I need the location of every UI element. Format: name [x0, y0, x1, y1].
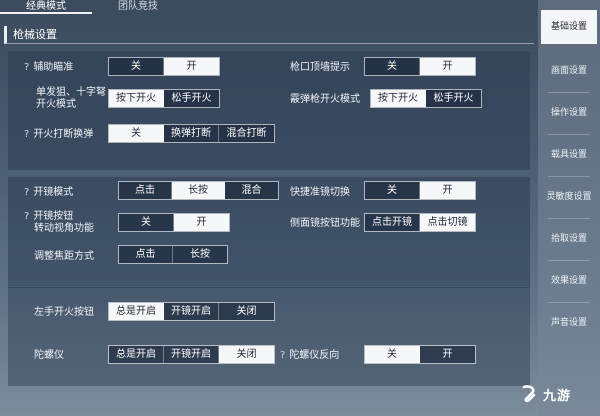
quick-scope-switch-label: 快捷准镜切换 [290, 187, 350, 198]
sidebar-divider [548, 134, 590, 135]
panel-left-fire-gyro: 左手开火按钮 总是开启 开镜开启 关闭 陀螺仪 总是开启 开镜开启 关闭 ? 陀螺… [8, 286, 530, 386]
single-fire-press[interactable]: 按下开火 [109, 90, 164, 107]
fire-interrupt-mixed[interactable]: 混合打断 [219, 125, 274, 142]
quick-scope-off[interactable]: 关 [365, 182, 420, 199]
single-fire-release[interactable]: 松手开火 [164, 90, 219, 107]
jiuyou-logo-icon [522, 385, 536, 403]
aim-assist-toggle: 关 开 [108, 57, 220, 76]
panel-scope: ? 开镜模式 点击 长按 混合 快捷准镜切换 关 开 ? 开镜按钮 转动视角功能 关… [8, 176, 530, 288]
watermark-text: 九游 [543, 388, 572, 404]
settings-sidebar: 基础设置 画面设置 操作设置 载具设置 灵敏度设置 拾取设置 效果设置 声音设置 [538, 0, 600, 416]
tab-team-deathmatch[interactable]: 团队竞技 [92, 0, 184, 14]
panel-basic-fire: ? 辅助瞄准 关 开 枪口顶墙提示 关 开 单发狙、十字弩 开火模式 按下开火 松… [8, 50, 530, 170]
sidebar-item-pickup[interactable]: 拾取设置 [538, 222, 600, 256]
gyro-scope[interactable]: 开镜开启 [164, 346, 219, 363]
aim-assist-off[interactable]: 关 [109, 58, 164, 75]
shotgun-fire-mode-toggle: 按下开火 松手开火 [370, 89, 482, 108]
quick-scope-on[interactable]: 开 [420, 182, 475, 199]
muzzle-wall-toggle: 关 开 [364, 57, 476, 76]
tab-classic-mode[interactable]: 经典模式 [0, 0, 92, 14]
help-icon[interactable]: ? [24, 211, 29, 222]
gyroscope-toggle: 总是开启 开镜开启 关闭 [108, 345, 275, 364]
scope-rotate-on[interactable]: 开 [174, 214, 229, 231]
scope-mode-hold[interactable]: 长按 [172, 182, 225, 199]
gyro-reverse-on[interactable]: 开 [420, 346, 475, 363]
scope-mode-label: ? 开镜模式 [24, 187, 74, 198]
muzzle-wall-label: 枪口顶墙提示 [290, 62, 350, 73]
help-icon[interactable]: ? [280, 350, 285, 361]
single-fire-mode-toggle: 按下开火 松手开火 [108, 89, 220, 108]
gyro-always[interactable]: 总是开启 [109, 346, 164, 363]
left-fire-button-label: 左手开火按钮 [34, 307, 94, 318]
side-scope-button-toggle: 点击开镜 点击切镜 [364, 213, 476, 232]
section-title: 枪械设置 [4, 26, 534, 44]
fire-interrupt-label: ? 开火打断换弹 [24, 129, 94, 140]
side-scope-open[interactable]: 点击开镜 [365, 214, 420, 231]
fire-interrupt-off[interactable]: 关 [109, 125, 164, 142]
sidebar-item-effects[interactable]: 效果设置 [538, 264, 600, 298]
sidebar-item-sensitivity[interactable]: 灵敏度设置 [538, 180, 600, 214]
muzzle-wall-off[interactable]: 关 [365, 58, 420, 75]
fire-interrupt-reload[interactable]: 换弹打断 [164, 125, 219, 142]
scope-rotate-label: ? 开镜按钮 转动视角功能 [24, 211, 94, 234]
scope-mode-tap[interactable]: 点击 [119, 182, 172, 199]
focus-adjust-hold[interactable]: 长按 [173, 246, 227, 263]
shotgun-fire-press[interactable]: 按下开火 [371, 90, 426, 107]
scope-mode-toggle: 点击 长按 混合 [118, 181, 279, 200]
watermark-logo: 九游 [520, 384, 571, 404]
fire-interrupt-toggle: 关 换弹打断 混合打断 [108, 124, 275, 143]
left-fire-off[interactable]: 关闭 [219, 303, 274, 320]
scope-mode-mixed[interactable]: 混合 [225, 182, 278, 199]
focus-adjust-label: 调整焦距方式 [34, 251, 94, 262]
sidebar-divider [548, 260, 590, 261]
gyro-reverse-label: ? 陀螺仪反向 [280, 350, 340, 361]
side-scope-switch[interactable]: 点击切镜 [420, 214, 475, 231]
gyro-off[interactable]: 关闭 [219, 346, 274, 363]
side-scope-button-label: 侧面镜按钮功能 [290, 218, 360, 229]
scope-rotate-toggle: 关 开 [118, 213, 230, 232]
shotgun-fire-mode-label: 霰弹枪开火模式 [290, 94, 360, 105]
focus-adjust-toggle: 点击 长按 [118, 245, 228, 264]
muzzle-wall-on[interactable]: 开 [420, 58, 475, 75]
sidebar-item-controls[interactable]: 操作设置 [538, 96, 600, 130]
left-fire-scope[interactable]: 开镜开启 [164, 303, 219, 320]
aim-assist-label: ? 辅助瞄准 [24, 62, 74, 73]
shotgun-fire-release[interactable]: 松手开火 [426, 90, 481, 107]
help-icon[interactable]: ? [24, 62, 29, 73]
mode-tabs: 经典模式 团队竞技 [0, 0, 538, 14]
left-fire-button-toggle: 总是开启 开镜开启 关闭 [108, 302, 275, 321]
sidebar-divider [548, 92, 590, 93]
focus-adjust-tap[interactable]: 点击 [119, 246, 173, 263]
help-icon[interactable]: ? [24, 129, 29, 140]
help-icon[interactable]: ? [24, 187, 29, 198]
sidebar-item-basic[interactable]: 基础设置 [541, 10, 597, 44]
gyroscope-label: 陀螺仪 [34, 350, 64, 361]
quick-scope-switch-toggle: 关 开 [364, 181, 476, 200]
aim-assist-on[interactable]: 开 [164, 58, 219, 75]
sidebar-item-vehicle[interactable]: 载具设置 [538, 138, 600, 172]
sidebar-item-sound[interactable]: 声音设置 [538, 306, 600, 340]
scope-rotate-off[interactable]: 关 [119, 214, 174, 231]
sidebar-item-graphics[interactable]: 画面设置 [538, 54, 600, 88]
single-fire-mode-label: 单发狙、十字弩 开火模式 [36, 87, 106, 110]
left-fire-always[interactable]: 总是开启 [109, 303, 164, 320]
sidebar-divider [548, 302, 590, 303]
settings-content: 枪械设置 ? 辅助瞄准 关 开 枪口顶墙提示 关 开 单发狙、十字弩 开火模式 按… [0, 16, 538, 416]
sidebar-divider [548, 176, 590, 177]
gyro-reverse-off[interactable]: 关 [365, 346, 420, 363]
sidebar-divider [548, 218, 590, 219]
gyro-reverse-toggle: 关 开 [364, 345, 476, 364]
